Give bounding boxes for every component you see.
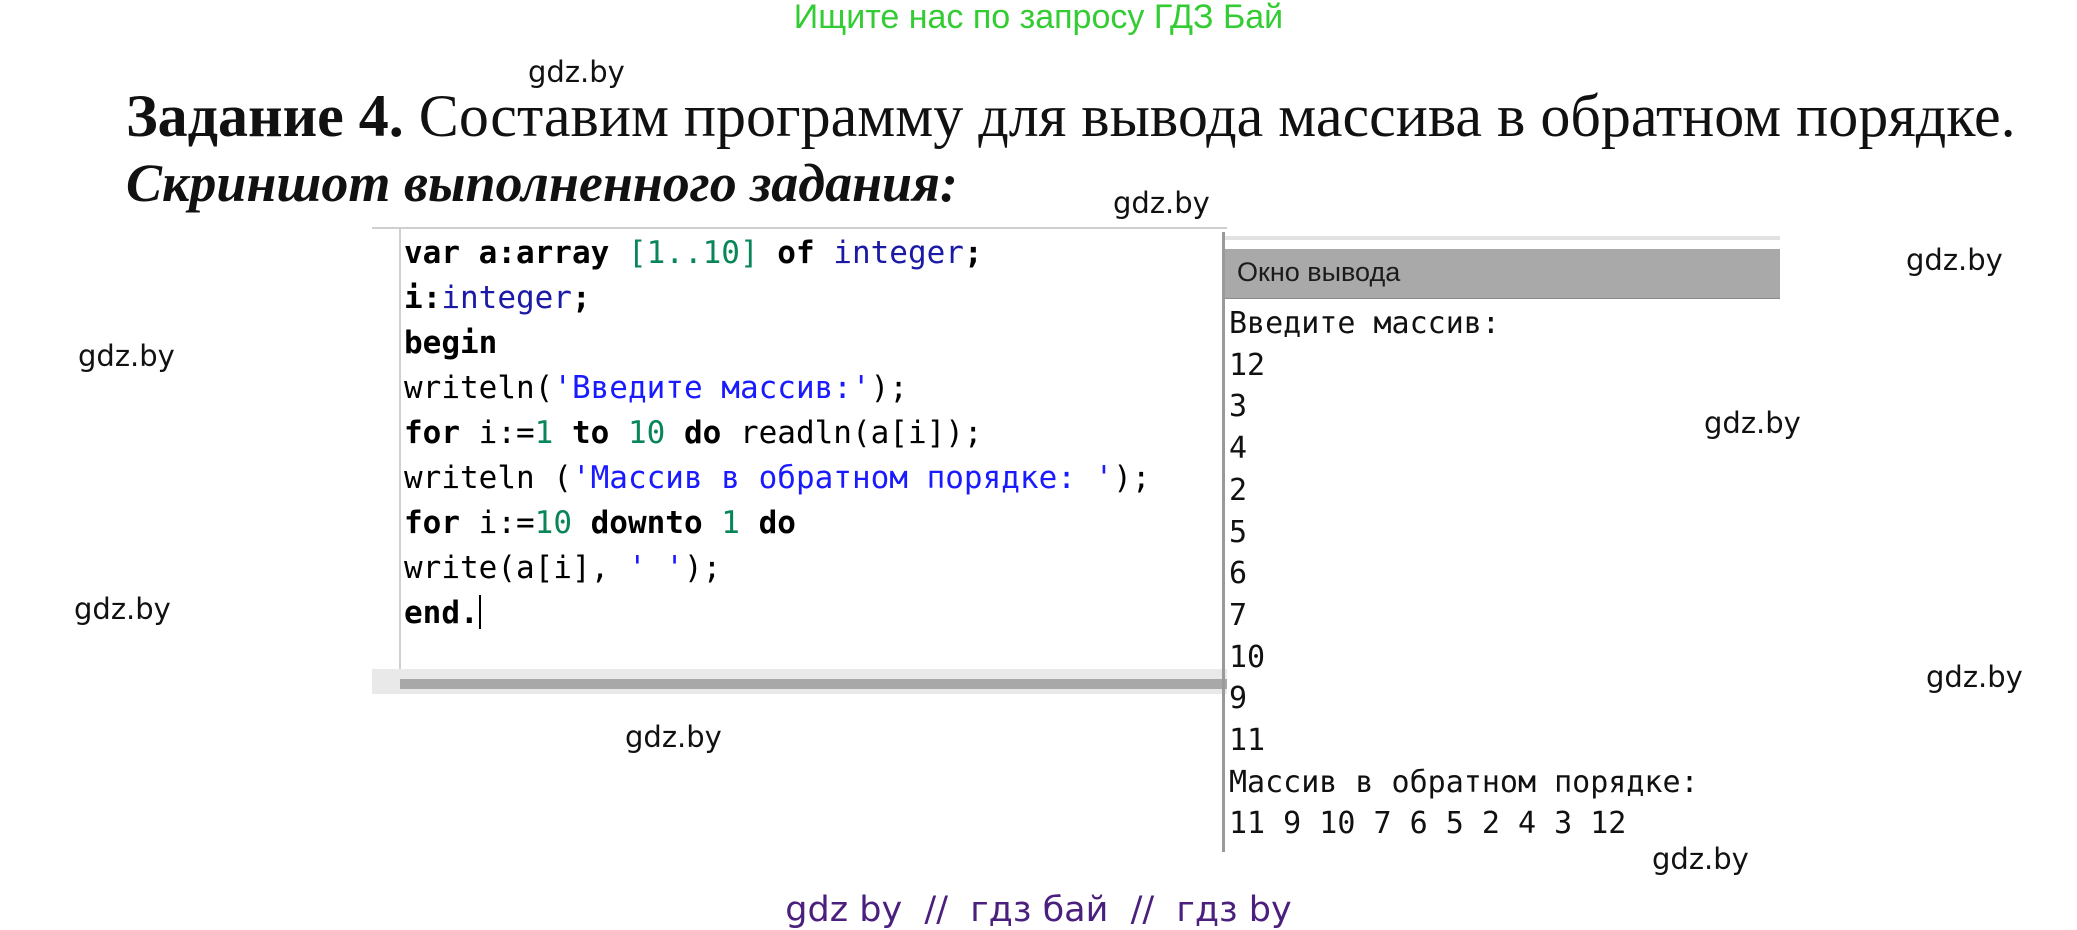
code-line: write(a[i], ' ');	[404, 546, 1151, 591]
code-line: writeln('Введите массив:');	[404, 366, 1151, 411]
output-line: 6	[1229, 556, 1248, 592]
code-token: array	[515, 235, 628, 271]
code-token: i:=	[478, 415, 535, 451]
task-label: Задание 4.	[126, 83, 404, 149]
code-line: for i:=1 to 10 do readln(a[i]);	[404, 411, 1151, 456]
code-token: ;	[571, 280, 591, 316]
watermark: gdz.by	[1113, 186, 1210, 220]
output-line: 5	[1229, 514, 1248, 550]
code-token: readln(a[i]);	[739, 415, 983, 451]
output-line: 3	[1229, 389, 1248, 425]
code-editor[interactable]: var a:array [1..10] of integer; i:integer…	[372, 227, 1227, 694]
code-token: 'Введите массив:'	[553, 370, 871, 406]
code-token: do	[739, 505, 796, 541]
code-token: );	[683, 550, 722, 586]
task-heading: Задание 4. Составим программу для вывода…	[126, 82, 2016, 151]
horizontal-scrollbar[interactable]	[400, 679, 1227, 689]
code-token: ' '	[627, 550, 684, 586]
code-token: [	[627, 235, 647, 271]
watermark: gdz.by	[1926, 660, 2023, 694]
code-token: );	[1113, 460, 1151, 496]
output-line: Введите массив:	[1229, 306, 1500, 341]
output-line: 9	[1229, 681, 1248, 717]
watermark: gdz.by	[74, 592, 171, 626]
code-token: integer	[441, 280, 572, 316]
code-token: for	[404, 505, 479, 541]
code-token: var a:	[404, 235, 516, 271]
output-line: Массив в обратном порядке:	[1229, 764, 1699, 800]
top-banner: Ищите нас по запросу ГДЗ Бай	[793, 0, 1284, 36]
code-token: end.	[404, 595, 479, 631]
output-window-top-edge	[1225, 236, 1780, 240]
code-token: to	[553, 415, 628, 451]
task-subtitle: Скриншот выполненного задания:	[126, 153, 958, 213]
output-text: Введите массив: 12 3 4 2 5 6 7 10 9 11 Массив в обр…	[1229, 303, 1699, 845]
watermark: gdz.by	[78, 339, 175, 373]
code-line: var a:array [1..10] of integer;	[404, 231, 1151, 276]
output-window-header: Окно вывода	[1225, 249, 1780, 299]
code-token: i:	[404, 280, 442, 316]
output-line: 7	[1229, 597, 1248, 633]
code-token: ..	[665, 235, 703, 271]
output-window-border	[1222, 232, 1225, 852]
code-token: );	[870, 370, 908, 406]
watermark: gdz.by	[1652, 842, 1749, 876]
code-token: begin	[404, 325, 498, 361]
task-text: Составим программу для вывода массива в …	[403, 83, 2016, 149]
output-line: 2	[1229, 472, 1248, 508]
code-token: 10	[627, 415, 666, 451]
watermark: gdz.by	[1906, 243, 2003, 277]
code-token: 1	[646, 235, 666, 271]
output-line: 10	[1229, 639, 1266, 675]
code-token: writeln(	[404, 370, 554, 406]
code-token: downto	[571, 505, 722, 541]
code-line: for i:=10 downto 1 do	[404, 501, 1151, 546]
code-token: do	[665, 415, 740, 451]
watermark: gdz.by	[1704, 406, 1801, 440]
code-token: ;	[963, 235, 983, 271]
text-caret	[478, 595, 481, 629]
output-line: 4	[1229, 431, 1248, 467]
code-token: ]	[739, 235, 778, 271]
code-line: end.	[404, 591, 1151, 636]
code-token: integer	[833, 235, 964, 271]
code-token: 1	[534, 415, 554, 451]
output-line: 12	[1229, 347, 1266, 383]
code-token: writeln (	[404, 460, 572, 496]
code-line: i:integer;	[404, 276, 1151, 321]
code-token: 1	[721, 505, 740, 541]
output-window-title: Окно вывода	[1237, 257, 1401, 287]
code-text[interactable]: var a:array [1..10] of integer; i:integer…	[404, 231, 1151, 636]
code-line: writeln ('Массив в обратном порядке: ');	[404, 456, 1151, 501]
output-line: 11 9 10 7 6 5 2 4 3 12	[1229, 806, 1627, 842]
watermark: gdz.by	[625, 720, 722, 754]
code-token: i:=	[478, 505, 535, 541]
code-line: begin	[404, 321, 1151, 366]
footer-links: gdz by // гдз бай // гдз by	[785, 890, 1292, 930]
output-line: 11	[1229, 723, 1266, 759]
code-token: for	[404, 415, 479, 451]
code-token: of	[777, 235, 834, 271]
code-token: write(a[i],	[404, 550, 628, 586]
editor-gutter	[399, 229, 401, 669]
code-token: 10	[534, 505, 572, 541]
code-token: 'Массив в обратном порядке: '	[571, 460, 1114, 496]
code-token: 10	[702, 235, 740, 271]
